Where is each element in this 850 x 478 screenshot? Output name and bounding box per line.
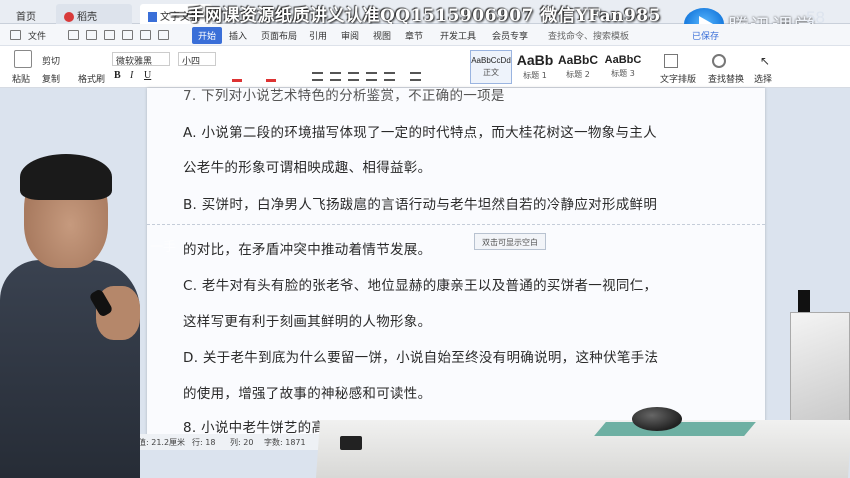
print-icon[interactable] — [104, 30, 115, 40]
open-icon[interactable] — [68, 30, 79, 40]
option-a-line-1: A. 小说第二段的环境描写体现了一定的时代特点，而大桂花树这一物象与主人 — [183, 125, 657, 141]
style-heading-3[interactable]: AaBbC 标题 3 — [600, 50, 646, 84]
style-heading-1[interactable]: AaBb 标题 1 — [514, 50, 556, 84]
page-break — [147, 224, 765, 225]
search-icon[interactable] — [712, 54, 726, 68]
screen: 首页 稻壳 文字文稿 一手网课资源纸质讲义认准QQ1515906907 微信YF… — [0, 0, 850, 478]
align-left-icon[interactable] — [312, 72, 323, 81]
menu-bar: 文件 开始 插入 页面布局 引用 审阅 视图 章节 开发工具 会员专享 查找命令… — [0, 24, 850, 46]
align-center-icon[interactable] — [330, 72, 341, 81]
tab-daoke[interactable]: 稻壳 — [56, 4, 132, 24]
document-icon — [148, 12, 157, 22]
bold-button[interactable]: B — [114, 70, 121, 81]
cut-button[interactable]: 剪切 — [42, 54, 60, 67]
tab-home-label: 首页 — [16, 12, 36, 23]
underline-button[interactable]: U — [144, 70, 151, 81]
format-painter-button[interactable]: 格式刷 — [78, 72, 105, 85]
paste-icon[interactable] — [14, 50, 32, 68]
style-normal-sample: AaBbCcDd — [471, 56, 511, 65]
desk — [315, 420, 850, 478]
computer-mouse — [632, 407, 682, 431]
italic-button[interactable]: I — [130, 70, 133, 81]
undo-icon[interactable] — [140, 30, 151, 40]
menu-references[interactable]: 引用 — [309, 29, 327, 42]
justify-icon[interactable] — [366, 72, 377, 81]
highlight-color-icon[interactable] — [232, 72, 242, 82]
ribbon-toolbar: 粘贴 剪切 复制 格式刷 微软雅黑 小四 B I U AaBbCcDd 正文 A… — [0, 46, 850, 88]
font-size-select[interactable]: 小四 — [178, 52, 216, 67]
status-row: 行: 18 — [192, 438, 216, 447]
redo-icon[interactable] — [158, 30, 169, 40]
search-commands[interactable]: 查找命令、搜索模板 — [548, 29, 629, 42]
style-h1-sample: AaBb — [516, 52, 554, 68]
option-a-line-2: 公老牛的形象可谓相映成趣、相得益彰。 — [183, 160, 432, 176]
font-color-icon[interactable] — [266, 72, 276, 82]
watermark-overlay: 一手网课资源纸质讲义认准QQ1515906907 微信YFan985 — [170, 6, 661, 26]
status-col: 列: 20 — [230, 438, 254, 447]
tab-daoke-label: 稻壳 — [77, 12, 97, 23]
laptop — [790, 312, 850, 428]
paste-button[interactable]: 粘贴 — [12, 72, 30, 85]
style-h2-sample: AaBbC — [557, 53, 598, 67]
presenter-hair — [20, 154, 112, 200]
style-normal[interactable]: AaBbCcDd 正文 — [470, 50, 512, 84]
option-c-line-2: 这样写更有利于刻画其鲜明的人物形象。 — [183, 314, 432, 330]
style-h3-sample: AaBbC — [604, 54, 642, 66]
option-d-line-2: 的使用，增强了故事的神秘感和可读性。 — [183, 386, 432, 402]
text-layout-icon[interactable] — [664, 54, 678, 68]
menu-page-layout[interactable]: 页面布局 — [261, 29, 297, 42]
style-normal-label: 正文 — [483, 68, 499, 77]
copy-button[interactable]: 复制 — [42, 72, 60, 85]
desk-device — [340, 436, 362, 450]
menu-insert[interactable]: 插入 — [229, 29, 247, 42]
cursor-icon[interactable]: ↖ — [760, 54, 770, 68]
saved-status: 已保存 — [692, 32, 720, 42]
hamburger-icon[interactable] — [10, 30, 21, 40]
menu-developer[interactable]: 开发工具 — [440, 29, 476, 42]
distributed-icon[interactable] — [384, 72, 395, 81]
find-replace-button[interactable]: 查找替换 — [708, 72, 744, 85]
document-page[interactable]: 7. 下列对小说艺术特色的分析鉴赏，不正确的一项是 A. 小说第二段的环境描写体… — [147, 88, 765, 438]
menu-home[interactable]: 开始 — [192, 27, 223, 44]
style-h2-label: 标题 2 — [566, 70, 590, 79]
style-h3-label: 标题 3 — [611, 69, 635, 78]
option-c-line-1: C. 老牛对有头有脸的张老爷、地位显赫的康亲王以及普通的买饼者一视同仁， — [183, 278, 658, 294]
menu-member[interactable]: 会员专享 — [492, 29, 528, 42]
status-word-count: 字数: 1871 — [264, 438, 306, 447]
save-icon[interactable] — [86, 30, 97, 40]
daoke-logo-icon — [64, 12, 74, 22]
style-h1-label: 标题 1 — [523, 71, 547, 80]
select-button[interactable]: 选择 — [754, 72, 772, 85]
menu-review[interactable]: 审阅 — [341, 29, 359, 42]
text-layout-button[interactable]: 文字排版 — [660, 72, 696, 85]
show-whitespace-hint[interactable]: 双击可显示空白 — [474, 233, 546, 250]
line-spacing-icon[interactable] — [410, 72, 421, 81]
option-b-line-2: 的对比，在矛盾冲突中推动着情节发展。 — [183, 242, 432, 258]
preview-icon[interactable] — [122, 30, 133, 40]
watermark-ghost: 一手 — [150, 240, 177, 255]
menu-view[interactable]: 视图 — [373, 29, 391, 42]
align-right-icon[interactable] — [348, 72, 359, 81]
menu-chapter[interactable]: 章节 — [405, 29, 423, 42]
option-b-line-1: B. 买饼时，白净男人飞扬跋扈的言语行动与老牛坦然自若的冷静应对形成鲜明 — [183, 197, 658, 213]
style-heading-2[interactable]: AaBbC 标题 2 — [557, 50, 599, 84]
font-name-select[interactable]: 微软雅黑 — [112, 52, 170, 67]
option-d-line-1: D. 关于老牛到底为什么要留一饼，小说自始至终没有明确说明，这种伏笔手法 — [183, 350, 659, 366]
presenter — [0, 150, 150, 478]
question-7: 7. 下列对小说艺术特色的分析鉴赏，不正确的一项是 — [183, 88, 505, 104]
menu-file[interactable]: 文件 — [28, 29, 46, 42]
tab-home[interactable]: 首页 — [8, 4, 50, 24]
